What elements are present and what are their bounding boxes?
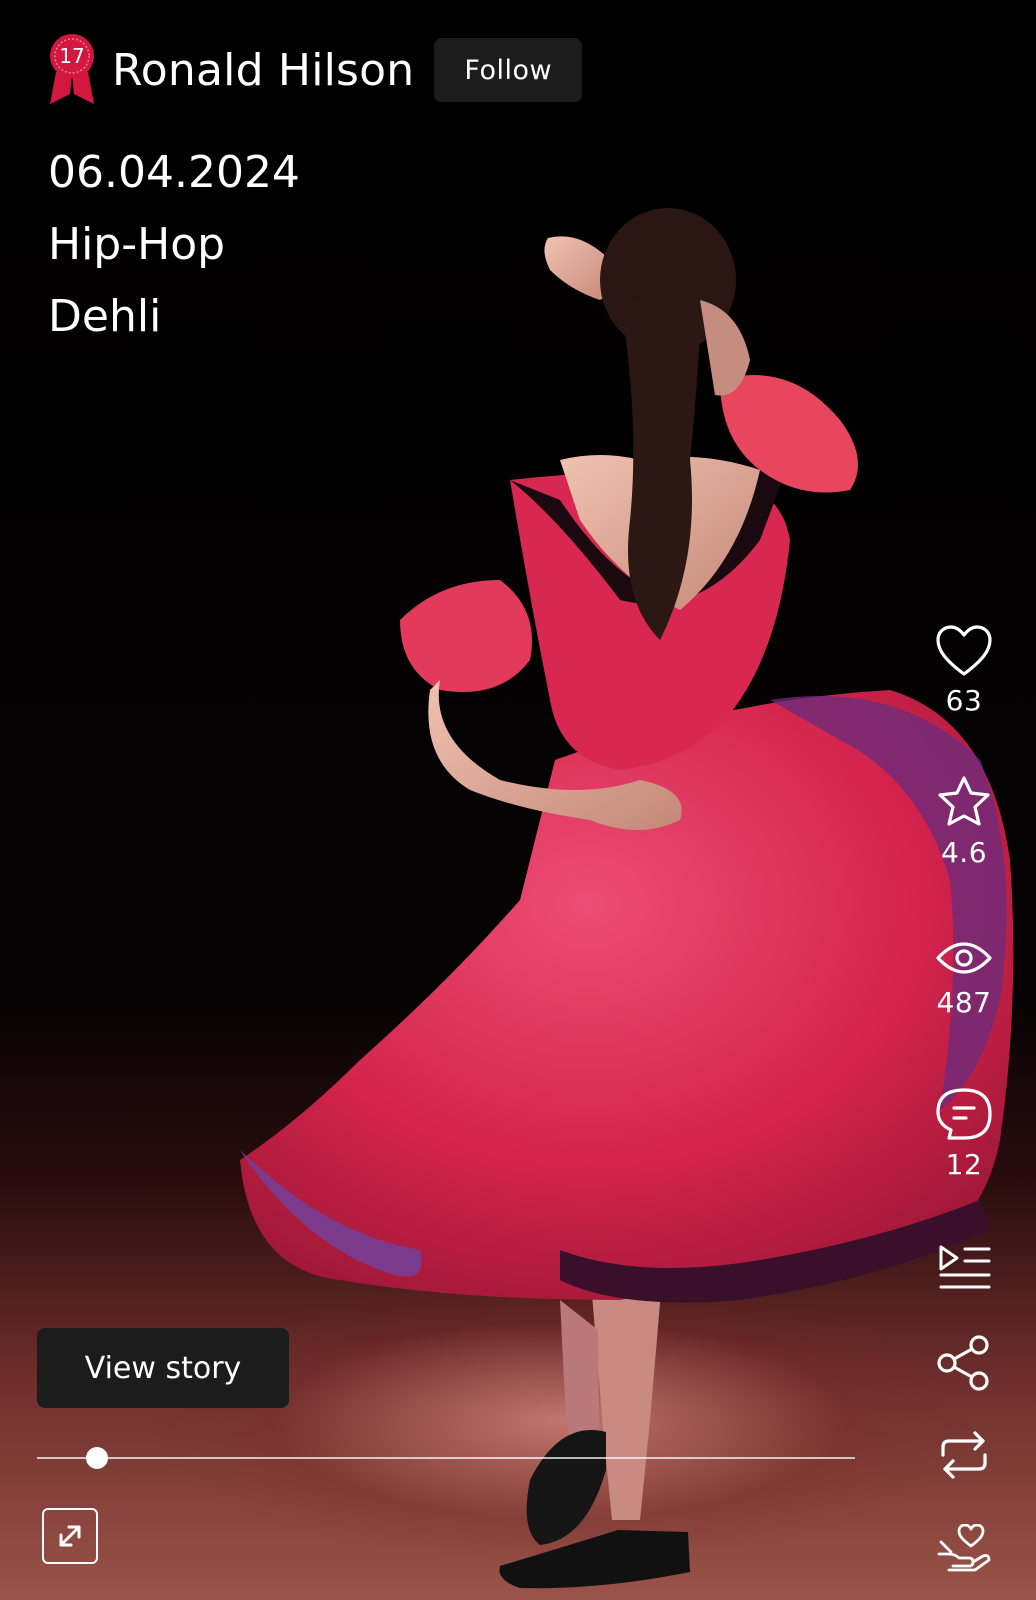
repost-icon[interactable]: [935, 1429, 993, 1481]
views-count: 487: [936, 986, 992, 1019]
expand-icon: [59, 1525, 81, 1547]
comments-count: 12: [945, 1148, 983, 1181]
share-action[interactable]: [930, 1334, 998, 1392]
view-story-button[interactable]: View story: [37, 1328, 289, 1408]
story-header: 17 Ronald Hilson Follow: [48, 34, 583, 106]
eye-icon: [936, 942, 992, 974]
rating-value: 4.6: [940, 836, 988, 869]
comment-icon[interactable]: [935, 1086, 993, 1142]
post-location: Dehli: [48, 291, 162, 342]
donate-action[interactable]: [930, 1524, 998, 1572]
like-action[interactable]: 63: [930, 624, 998, 717]
post-meta: 06.04.2024 Hip-Hop Dehli: [48, 137, 300, 353]
progress-slider[interactable]: [37, 1446, 855, 1470]
username[interactable]: Ronald Hilson: [112, 45, 414, 96]
share-icon[interactable]: [935, 1334, 993, 1392]
progress-thumb[interactable]: [86, 1447, 108, 1469]
playlist-icon[interactable]: [935, 1241, 993, 1293]
repost-action[interactable]: [930, 1429, 998, 1481]
badge-number: 17: [59, 44, 85, 68]
rank-badge: 17: [48, 34, 96, 106]
views-action: 487: [930, 936, 998, 1019]
story-screen: 17 Ronald Hilson Follow 06.04.2024 Hip-H…: [0, 0, 1036, 1600]
playlist-action[interactable]: [930, 1241, 998, 1293]
progress-track[interactable]: [37, 1457, 855, 1459]
comments-action[interactable]: 12: [930, 1086, 998, 1181]
post-date: 06.04.2024: [48, 147, 300, 198]
star-icon[interactable]: [935, 774, 993, 830]
follow-button[interactable]: Follow: [434, 38, 583, 102]
heart-icon[interactable]: [935, 624, 993, 678]
expand-button[interactable]: [42, 1508, 98, 1564]
donate-icon[interactable]: [935, 1524, 993, 1572]
likes-count: 63: [945, 684, 983, 717]
post-genre: Hip-Hop: [48, 219, 226, 270]
rating-action[interactable]: 4.6: [930, 774, 998, 869]
